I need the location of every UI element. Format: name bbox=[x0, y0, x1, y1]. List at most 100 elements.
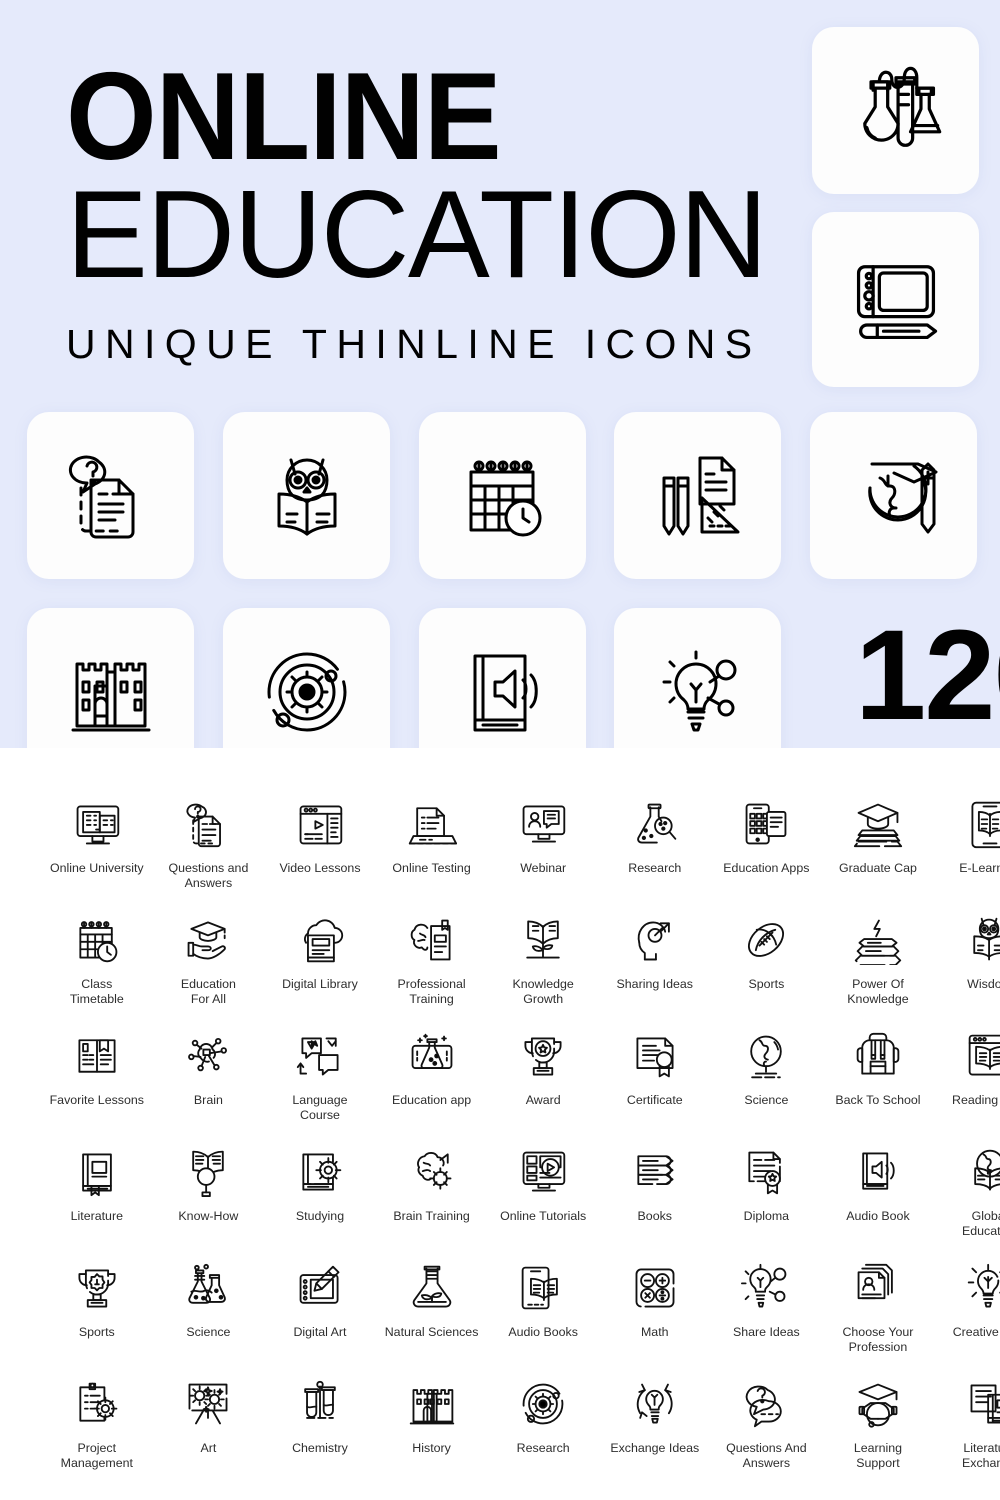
icon-label: Certificate bbox=[626, 1093, 683, 1107]
icon-cell[interactable]: Research bbox=[599, 796, 711, 912]
icon-cell[interactable]: Graduate Cap bbox=[822, 796, 934, 912]
icon-label: Audio Books bbox=[508, 1325, 578, 1339]
hero-card-global-education[interactable] bbox=[810, 412, 977, 579]
icon-cell[interactable]: Certificate bbox=[599, 1028, 711, 1144]
chemistry-flasks-icon bbox=[844, 59, 948, 163]
icon-cell[interactable]: Share Ideas bbox=[711, 1260, 823, 1376]
icon-label: Professional Training bbox=[397, 977, 466, 1007]
icon-cell[interactable]: Brain Training bbox=[376, 1144, 488, 1260]
hero-card-creative-idea[interactable] bbox=[614, 608, 781, 748]
icon-cell[interactable]: Audio Books bbox=[487, 1260, 599, 1376]
icon-cell[interactable]: History bbox=[376, 1376, 488, 1492]
page-subtitle: UNIQUE THINLINE ICONS bbox=[66, 321, 762, 368]
icon-cell[interactable]: Chemistry bbox=[264, 1376, 376, 1492]
icon-cell[interactable]: Digital Library bbox=[264, 912, 376, 1028]
icon-cell[interactable]: Learning Support bbox=[822, 1376, 934, 1492]
icon-cell[interactable]: Professional Training bbox=[376, 912, 488, 1028]
language-course-icon bbox=[295, 1028, 345, 1084]
hero-card-graphics-tablet[interactable] bbox=[812, 212, 979, 387]
icon-cell[interactable]: Webinar bbox=[487, 796, 599, 912]
history-castle-icon bbox=[407, 1376, 457, 1432]
icon-label: Online University bbox=[49, 861, 144, 875]
icon-cell[interactable]: Back To School bbox=[822, 1028, 934, 1144]
icon-cell[interactable]: Language Course bbox=[264, 1028, 376, 1144]
reading-club-icon bbox=[965, 1028, 1000, 1084]
icon-cell[interactable]: Sports bbox=[41, 1260, 153, 1376]
icon-cell[interactable]: Education Apps bbox=[711, 796, 823, 912]
icon-cell[interactable]: Education app bbox=[376, 1028, 488, 1144]
icon-cell[interactable]: Math bbox=[599, 1260, 711, 1376]
project-management-icon bbox=[72, 1376, 122, 1432]
icon-cell[interactable]: Creative Idea bbox=[934, 1260, 1000, 1376]
icon-cell[interactable]: Education For All bbox=[153, 912, 265, 1028]
hero-card-research-atom[interactable] bbox=[223, 608, 390, 748]
icon-cell[interactable]: Audio Book bbox=[822, 1144, 934, 1260]
icon-label: Education Apps bbox=[723, 861, 810, 875]
hero-card-stationery[interactable] bbox=[614, 412, 781, 579]
graduate-cap-icon bbox=[853, 796, 903, 852]
icon-cell[interactable]: Books bbox=[599, 1144, 711, 1260]
atom-research-icon bbox=[257, 642, 357, 742]
learning-support-icon bbox=[853, 1376, 903, 1432]
icon-label: Audio Book bbox=[846, 1209, 910, 1223]
icon-cell[interactable]: Choose Your Profession bbox=[822, 1260, 934, 1376]
icon-cell[interactable]: Power Of Knowledge bbox=[822, 912, 934, 1028]
hero-card-wisdom-owl[interactable] bbox=[223, 412, 390, 579]
icon-cell[interactable]: Favorite Lessons bbox=[41, 1028, 153, 1144]
hero-card-questions-answers[interactable] bbox=[27, 412, 194, 579]
icon-cell[interactable]: Research bbox=[487, 1376, 599, 1492]
choose-your-profession-icon bbox=[853, 1260, 903, 1316]
icon-cell[interactable]: Brain bbox=[153, 1028, 265, 1144]
icon-cell[interactable]: Knowledge Growth bbox=[487, 912, 599, 1028]
icon-label: E-Learning bbox=[959, 861, 1000, 875]
icon-cell[interactable]: Digital Art bbox=[264, 1260, 376, 1376]
icon-cell[interactable]: Literature bbox=[41, 1144, 153, 1260]
icon-cell[interactable]: Video Lessons bbox=[264, 796, 376, 912]
icon-cell[interactable]: Online Testing bbox=[376, 796, 488, 912]
art-easel-icon bbox=[183, 1376, 233, 1432]
icon-cell[interactable]: Online University bbox=[41, 796, 153, 912]
icon-cell[interactable]: Online Tutorials bbox=[487, 1144, 599, 1260]
icon-cell[interactable]: Questions and Answers bbox=[153, 796, 265, 912]
icon-cell[interactable]: Questions And Answers bbox=[711, 1376, 823, 1492]
wisdom-owl-icon bbox=[965, 912, 1000, 968]
icon-cell[interactable]: Reading Club bbox=[934, 1028, 1000, 1144]
icon-cell[interactable]: Diploma bbox=[711, 1144, 823, 1260]
icon-label: Class Timetable bbox=[69, 977, 124, 1007]
hero-card-audio-book[interactable] bbox=[419, 608, 586, 748]
icon-cell[interactable]: Class Timetable bbox=[41, 912, 153, 1028]
icon-cell[interactable]: Science bbox=[711, 1028, 823, 1144]
icon-cell[interactable]: Art bbox=[153, 1376, 265, 1492]
questions-answers-icon bbox=[61, 446, 161, 546]
icon-label: Natural Sciences bbox=[384, 1325, 479, 1339]
sharing-ideas-icon bbox=[630, 912, 680, 968]
icon-cell[interactable]: Literature Exchange bbox=[934, 1376, 1000, 1492]
icon-cell[interactable]: Global Education bbox=[934, 1144, 1000, 1260]
icon-cell[interactable]: Wisdom bbox=[934, 912, 1000, 1028]
icon-label: Education For All bbox=[180, 977, 236, 1007]
hero-card-class-timetable[interactable] bbox=[419, 412, 586, 579]
icon-cell[interactable]: Natural Sciences bbox=[376, 1260, 488, 1376]
icon-cell[interactable]: Studying bbox=[264, 1144, 376, 1260]
icon-cell[interactable]: Science bbox=[153, 1260, 265, 1376]
questions-and-answers-2-icon bbox=[741, 1376, 791, 1432]
icon-label: Exchange Ideas bbox=[610, 1441, 700, 1455]
icon-cell[interactable]: Sharing Ideas bbox=[599, 912, 711, 1028]
icon-cell[interactable]: Sports bbox=[711, 912, 823, 1028]
icon-label: Sports bbox=[78, 1325, 115, 1339]
hero-card-history-castle[interactable] bbox=[27, 608, 194, 748]
natural-sciences-icon bbox=[407, 1260, 457, 1316]
icon-label: Questions And Answers bbox=[726, 1441, 807, 1471]
icon-label: Research bbox=[516, 1441, 570, 1455]
online-university-icon bbox=[72, 796, 122, 852]
icon-cell[interactable]: E-Learning bbox=[934, 796, 1000, 912]
research-flask-icon bbox=[630, 796, 680, 852]
icon-label: Power Of Knowledge bbox=[847, 977, 909, 1007]
icon-label: Online Tutorials bbox=[500, 1209, 587, 1223]
hero-card-chemistry-flasks[interactable] bbox=[812, 27, 979, 194]
icon-cell[interactable]: Know-How bbox=[153, 1144, 265, 1260]
icon-cell[interactable]: Exchange Ideas bbox=[599, 1376, 711, 1492]
icon-cell[interactable]: Award bbox=[487, 1028, 599, 1144]
online-testing-icon bbox=[407, 796, 457, 852]
icon-cell[interactable]: Project Management bbox=[41, 1376, 153, 1492]
